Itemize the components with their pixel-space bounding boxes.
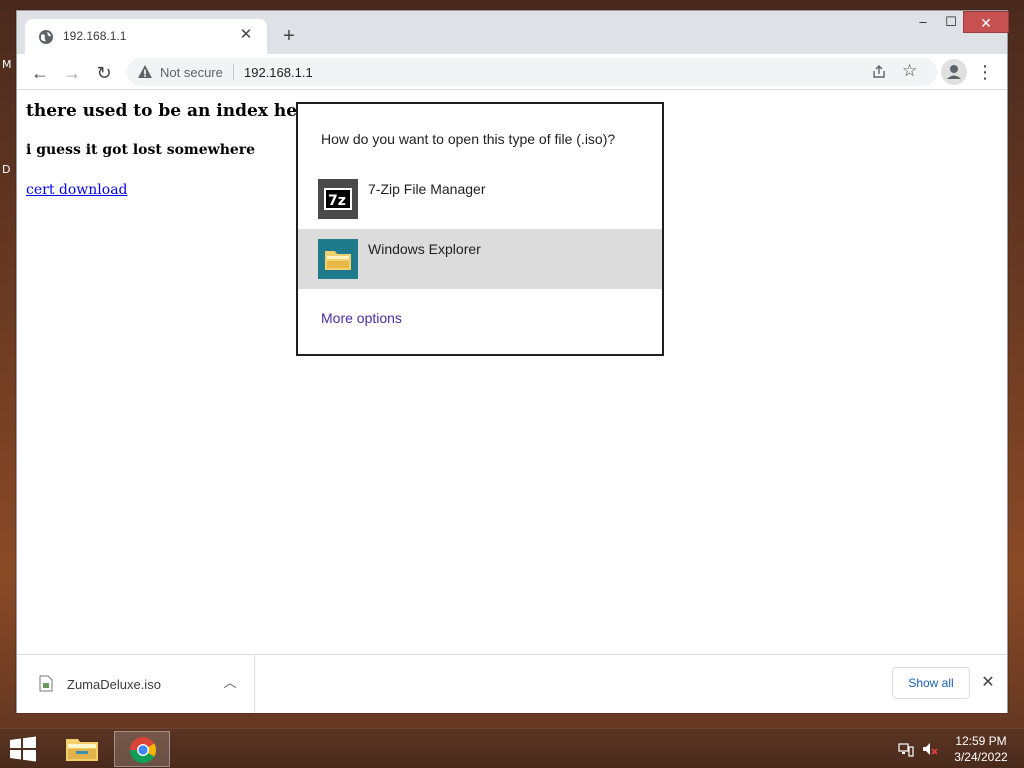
bookmark-star-icon[interactable]: ☆	[902, 61, 917, 81]
maximize-button[interactable]: ☐	[937, 11, 965, 33]
windows-start-icon[interactable]	[8, 736, 38, 762]
taskbar-file-explorer[interactable]	[54, 731, 110, 767]
page-subheading: i guess it got lost somewhere	[26, 142, 256, 158]
browser-menu-button[interactable]: ⋮	[975, 60, 995, 84]
reload-button[interactable]: ↻	[91, 60, 117, 86]
show-all-button[interactable]: Show all	[892, 667, 970, 699]
warning-triangle-icon[interactable]	[137, 64, 153, 80]
tab-strip: 192.168.1.1 ✕ + – ☐ ✕	[17, 11, 1009, 54]
close-shelf-icon[interactable]: ✕	[977, 669, 999, 697]
desktop-edge-text: M	[2, 58, 12, 71]
minimize-button[interactable]: –	[909, 11, 937, 33]
app-label: Windows Explorer	[368, 241, 481, 257]
url-text[interactable]: 192.168.1.1	[244, 65, 313, 80]
desktop-edge-text: D	[2, 163, 11, 176]
network-icon[interactable]	[898, 741, 914, 757]
close-tab-icon[interactable]: ✕	[237, 26, 255, 44]
download-item[interactable]: ZumaDeluxe.iso ︿	[17, 655, 255, 713]
clock-date: 3/24/2022	[954, 750, 1008, 764]
address-bar[interactable]: Not secure 192.168.1.1 ☆	[127, 58, 937, 86]
app-label: 7-Zip File Manager	[368, 181, 486, 197]
open-with-dialog: How do you want to open this type of fil…	[296, 102, 664, 356]
chrome-icon	[129, 737, 157, 764]
tab-active[interactable]: 192.168.1.1 ✕	[25, 19, 267, 54]
download-file-name: ZumaDeluxe.iso	[67, 677, 161, 692]
app-option-7zip[interactable]: 7z 7-Zip File Manager	[298, 169, 662, 229]
folder-icon	[66, 739, 98, 761]
svg-text:7z: 7z	[328, 193, 346, 209]
taskbar: 12:59 PM 3/24/2022	[0, 728, 1024, 768]
clock-time: 12:59 PM	[955, 734, 1007, 748]
more-options-link[interactable]: More options	[321, 310, 402, 326]
app-option-windows-explorer[interactable]: Windows Explorer	[298, 229, 662, 289]
person-icon	[947, 65, 961, 79]
download-shelf: ZumaDeluxe.iso ︿ Show all ✕	[17, 654, 1007, 713]
back-button[interactable]: ←	[27, 60, 53, 86]
forward-button[interactable]: →	[59, 60, 85, 86]
share-icon[interactable]	[871, 64, 887, 80]
system-clock[interactable]: 12:59 PM 3/24/2022	[950, 733, 1012, 765]
dialog-question: How do you want to open this type of fil…	[321, 131, 616, 147]
file-icon	[39, 675, 53, 692]
taskbar-chrome[interactable]	[114, 731, 170, 767]
new-tab-button[interactable]: +	[277, 25, 301, 49]
close-window-button[interactable]: ✕	[963, 11, 1009, 33]
omnibox-divider	[233, 64, 234, 80]
globe-icon	[39, 30, 53, 44]
security-status[interactable]: Not secure	[160, 65, 223, 80]
profile-avatar[interactable]	[941, 59, 967, 85]
7zip-icon: 7z	[318, 179, 358, 219]
tab-title: 192.168.1.1	[63, 29, 127, 43]
folder-icon	[318, 239, 358, 279]
cert-download-link[interactable]: cert download	[26, 182, 128, 198]
page-heading: there used to be an index here	[26, 101, 317, 121]
browser-toolbar: ← → ↻ Not secure 192.168.1.1 ☆ ⋮	[17, 54, 1007, 90]
chevron-up-icon[interactable]: ︿	[221, 673, 239, 693]
volume-muted-icon[interactable]	[922, 741, 938, 757]
